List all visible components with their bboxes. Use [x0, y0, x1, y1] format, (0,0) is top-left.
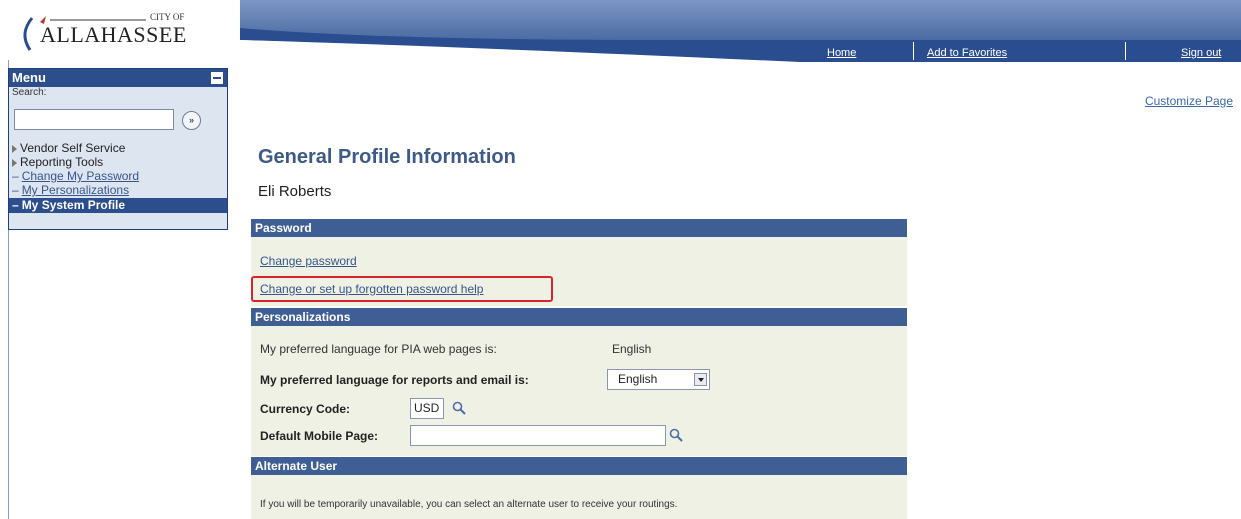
home-link[interactable]: Home	[827, 47, 856, 59]
customize-page-link[interactable]: Customize Page	[1145, 94, 1233, 108]
search-go-icon[interactable]: »	[182, 111, 201, 130]
personalizations-section-header: Personalizations	[251, 308, 907, 326]
menu-item-my-personalizations[interactable]: – My Personalizations	[12, 183, 129, 197]
city-of-tallahassee-logo: CITY OF ALLAHASSEE	[23, 12, 187, 51]
chevron-down-icon[interactable]	[694, 373, 707, 386]
currency-code-field[interactable]: USD	[410, 398, 444, 419]
default-mobile-page-label: Default Mobile Page:	[260, 429, 379, 443]
menu-header: Menu	[9, 69, 227, 87]
page-title: General Profile Information	[258, 146, 516, 168]
expand-triangle-icon	[12, 158, 17, 167]
bullet-dash-icon: –	[12, 169, 19, 183]
pia-language-value: English	[612, 342, 652, 356]
forgotten-password-help-link[interactable]: Change or set up forgotten password help	[260, 282, 483, 296]
report-language-select[interactable]: English	[607, 369, 710, 390]
svg-text:CITY OF: CITY OF	[150, 12, 184, 22]
password-section-header: Password	[251, 219, 907, 237]
menu-item-reporting-tools[interactable]: Reporting Tools	[12, 155, 103, 169]
alternate-user-info: If you will be temporarily unavailable, …	[260, 499, 678, 510]
nav-separator	[913, 42, 914, 60]
menu-item-vendor-self-service[interactable]: Vendor Self Service	[12, 141, 125, 155]
menu-search-label: Search:	[12, 87, 47, 98]
default-mobile-page-field[interactable]	[410, 425, 666, 446]
pia-language-label: My preferred language for PIA web pages …	[260, 342, 497, 356]
lookup-magnifier-icon[interactable]	[669, 428, 683, 442]
report-language-value: English	[618, 372, 658, 386]
bullet-dash-icon: –	[12, 183, 19, 197]
collapse-icon[interactable]	[211, 72, 223, 84]
bullet-dash-icon: –	[12, 198, 19, 212]
change-password-link[interactable]: Change password	[260, 254, 357, 268]
menu-item-my-system-profile[interactable]: – My System Profile	[9, 198, 227, 213]
menu-item-change-my-password[interactable]: – Change My Password	[12, 169, 139, 183]
menu-title: Menu	[12, 70, 46, 85]
svg-text:ALLAHASSEE: ALLAHASSEE	[40, 22, 187, 47]
nav-separator	[1125, 42, 1126, 60]
navigation-menu: Menu Search: » Vendor Self Service Repor…	[8, 68, 228, 230]
alternate-user-section-header: Alternate User	[251, 457, 907, 475]
alternate-user-section-body	[251, 475, 907, 519]
currency-code-label: Currency Code:	[260, 402, 351, 416]
top-navigation-bar	[240, 0, 1241, 62]
add-to-favorites-link[interactable]: Add to Favorites	[927, 47, 1007, 59]
report-language-label: My preferred language for reports and em…	[260, 373, 529, 387]
lookup-magnifier-icon[interactable]	[452, 401, 466, 415]
expand-triangle-icon	[12, 144, 17, 153]
menu-search-input[interactable]	[14, 109, 174, 130]
user-name: Eli Roberts	[258, 183, 332, 200]
sign-out-link[interactable]: Sign out	[1181, 47, 1221, 59]
